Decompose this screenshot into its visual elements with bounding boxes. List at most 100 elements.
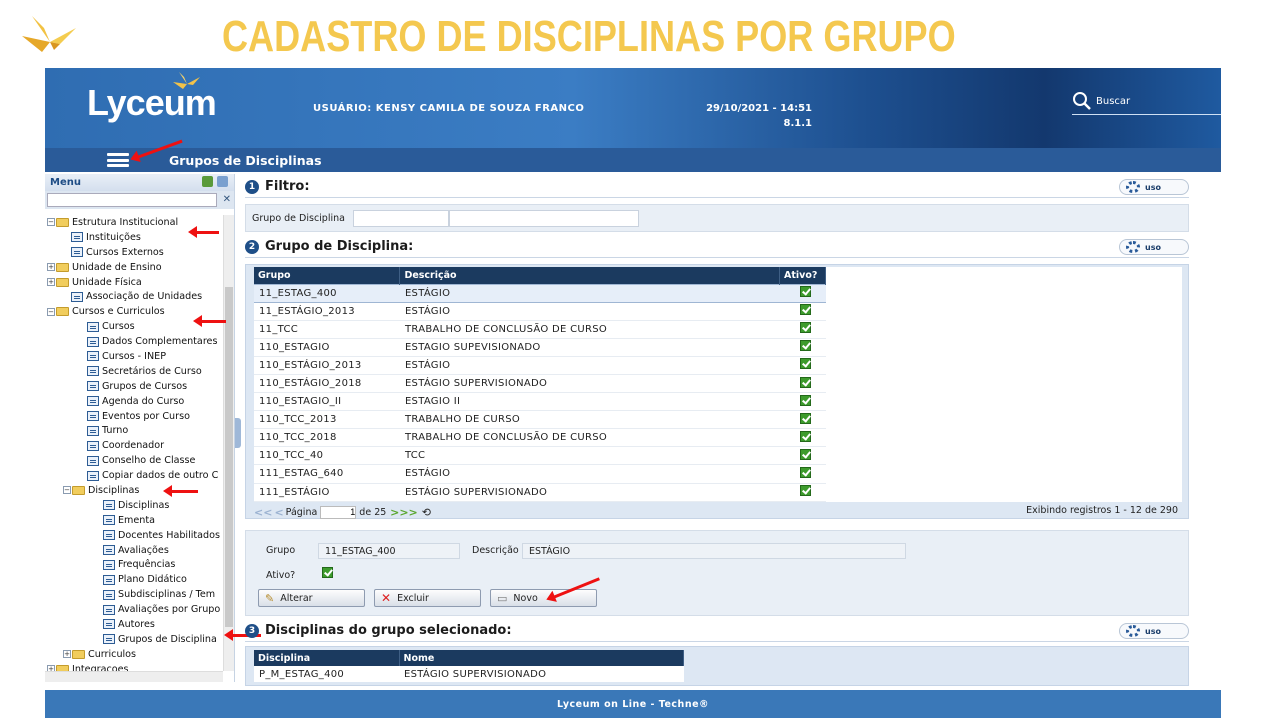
sidebar-item[interactable]: + Unidade Física (45, 275, 223, 290)
sidebar-item[interactable]: Autores (45, 617, 223, 632)
sidebar-item[interactable]: Coordenador (45, 438, 223, 453)
scrollbar-thumb[interactable] (225, 287, 233, 627)
sidebar-item[interactable]: Frequências (45, 557, 223, 572)
descricao-field[interactable]: ESTÁGIO (522, 543, 906, 559)
expand-icon[interactable]: + (63, 650, 71, 659)
prev-page-icon[interactable]: < (274, 506, 283, 519)
refresh-icon[interactable] (202, 176, 213, 187)
sidebar-item[interactable]: + Unidade de Ensino (45, 260, 223, 275)
sidebar-item[interactable]: Grupos de Disciplina (45, 632, 223, 647)
ativo-checkbox[interactable] (322, 567, 333, 578)
cell-ativo (779, 483, 826, 502)
excluir-button[interactable]: ✕ Excluir (374, 589, 481, 607)
red-arrow-annotation (193, 315, 226, 327)
filter-section-header: 1 Filtro: uso (245, 176, 1189, 198)
cell-descricao: ESTÁGIO (399, 302, 780, 321)
sidebar-hscrollbar[interactable] (45, 671, 223, 682)
table-row[interactable]: 110_ESTÁGIO_2018 ESTÁGIO SUPERVISIONADO (254, 374, 826, 394)
grupo-field[interactable]: 11_ESTAG_400 (318, 543, 460, 559)
sidebar-item[interactable]: + Integracoes (45, 662, 223, 671)
sidebar-item[interactable]: Eventos por Curso (45, 409, 223, 424)
sidebar-item-label: Disciplinas (118, 499, 170, 511)
sidebar-item[interactable]: Conselho de Classe (45, 453, 223, 468)
column-header-ativo[interactable]: Ativo? (779, 267, 826, 284)
sidebar-item[interactable]: Secretários de Curso (45, 364, 223, 379)
alterar-button[interactable]: ✎ Alterar (258, 589, 365, 607)
table-row[interactable]: 110_ESTAGIO_II ESTAGIO II (254, 392, 826, 412)
table-row[interactable]: 11_ESTÁGIO_2013 ESTÁGIO (254, 302, 826, 321)
sidebar-item[interactable]: Plano Didático (45, 572, 223, 587)
sidebar-item[interactable]: + Curriculos (45, 647, 223, 662)
disciplinas-table: Disciplina Nome P_M_ESTAG_400 ESTÁGIO SU… (254, 650, 684, 682)
sidebar-item-label: Conselho de Classe (102, 455, 196, 467)
filter-grupo-input[interactable] (352, 209, 449, 227)
table-row[interactable]: 110_TCC_2013 TRABALHO DE CURSO (254, 410, 826, 430)
folder-icon (56, 307, 69, 317)
cell-descricao: ESTAGIO II (399, 392, 780, 412)
sidebar-item[interactable]: Subdisciplinas / Tem (45, 587, 223, 602)
sidebar-item-label: Grupos de Disciplina (118, 633, 217, 645)
table-row[interactable]: 111_ESTAG_640 ESTÁGIO (254, 464, 826, 484)
novo-button[interactable]: ▭ Novo (490, 589, 597, 607)
sidebar-item[interactable]: Associação de Unidades (45, 289, 223, 304)
page-number-input[interactable] (320, 505, 357, 519)
table-row[interactable]: 11_ESTAG_400 ESTÁGIO (254, 283, 826, 303)
search-button[interactable]: Buscar (1072, 91, 1130, 111)
page-icon (103, 500, 115, 511)
pin-icon[interactable] (217, 176, 228, 187)
sidebar-item[interactable]: Dados Complementares (45, 334, 223, 349)
column-header-descricao[interactable]: Descrição (399, 267, 780, 284)
sidebar-item[interactable]: Grupos de Cursos (45, 379, 223, 394)
uso-button[interactable]: uso (1119, 179, 1189, 195)
sidebar-item[interactable]: Avaliações por Grupo (45, 602, 223, 617)
table-row[interactable]: 110_TCC_40 TCC (254, 446, 826, 466)
cell-descricao: ESTAGIO SUPEVISIONADO (399, 338, 780, 357)
last-page-icon[interactable]: >> (399, 506, 417, 519)
menu-tree: − Estrutura Institucional Instituições Curs… (45, 215, 223, 671)
table-row[interactable]: 110_ESTÁGIO_2013 ESTÁGIO (254, 356, 826, 375)
collapse-icon[interactable]: − (47, 307, 55, 316)
sidebar-item[interactable]: Avaliações (45, 543, 223, 558)
cell-ativo (779, 374, 826, 394)
filter-descricao-input[interactable] (448, 209, 639, 227)
uso-button[interactable]: uso (1119, 239, 1189, 255)
column-header-grupo[interactable]: Grupo (254, 267, 401, 284)
sidebar-scrollbar[interactable] (223, 215, 234, 671)
column-header-disciplina[interactable]: Disciplina (254, 650, 400, 666)
table-row[interactable]: P_M_ESTAG_400 ESTÁGIO SUPERVISIONADO (254, 666, 684, 682)
table-row[interactable]: 111_ESTÁGIO ESTÁGIO SUPERVISIONADO (254, 483, 826, 502)
sidebar-item[interactable]: Cursos - INEP (45, 349, 223, 364)
table-row[interactable]: 110_ESTAGIO ESTAGIO SUPEVISIONADO (254, 338, 826, 357)
sidebar-item-label: Cursos (102, 321, 135, 333)
page-icon (87, 336, 99, 347)
collapse-sidebar-handle[interactable] (235, 418, 241, 448)
sidebar-item[interactable]: Cursos Externos (45, 245, 223, 260)
table-row[interactable]: 11_TCC TRABALHO DE CONCLUSÃO DE CURSO (254, 320, 826, 339)
sidebar-item-label: Disciplinas (88, 484, 140, 496)
sidebar-item-label: Avaliações (118, 544, 169, 556)
reload-icon[interactable]: ⟲ (422, 506, 431, 519)
hamburger-menu-icon[interactable] (107, 153, 129, 167)
page-icon (103, 574, 115, 585)
uso-button[interactable]: uso (1119, 623, 1189, 639)
sidebar-item[interactable]: Docentes Habilitados (45, 528, 223, 543)
column-header-nome[interactable]: Nome (399, 650, 684, 666)
collapse-icon[interactable]: − (47, 218, 55, 227)
collapse-icon[interactable]: − (63, 486, 71, 495)
clear-filter-icon[interactable]: ✕ (223, 194, 231, 205)
first-page-icon[interactable]: << (254, 506, 272, 519)
sidebar-item-label: Associação de Unidades (86, 291, 203, 303)
sidebar-item[interactable]: Disciplinas (45, 498, 223, 513)
sidebar-title: Menu (50, 177, 81, 188)
cell-nome: ESTÁGIO SUPERVISIONADO (404, 668, 547, 680)
expand-icon[interactable]: + (47, 278, 55, 286)
records-count: Exibindo registros 1 - 12 de 290 (1026, 505, 1178, 516)
expand-icon[interactable]: + (47, 263, 55, 272)
sidebar-item[interactable]: Turno (45, 423, 223, 438)
menu-search-input[interactable] (47, 193, 217, 207)
sidebar-item[interactable]: Copiar dados de outro C (45, 468, 223, 483)
sidebar-item[interactable]: Ementa (45, 513, 223, 528)
sidebar-item[interactable]: Agenda do Curso (45, 394, 223, 409)
table-row[interactable]: 110_TCC_2018 TRABALHO DE CONCLUSÃO DE CUR… (254, 428, 826, 448)
next-page-icon[interactable]: > (386, 506, 399, 519)
